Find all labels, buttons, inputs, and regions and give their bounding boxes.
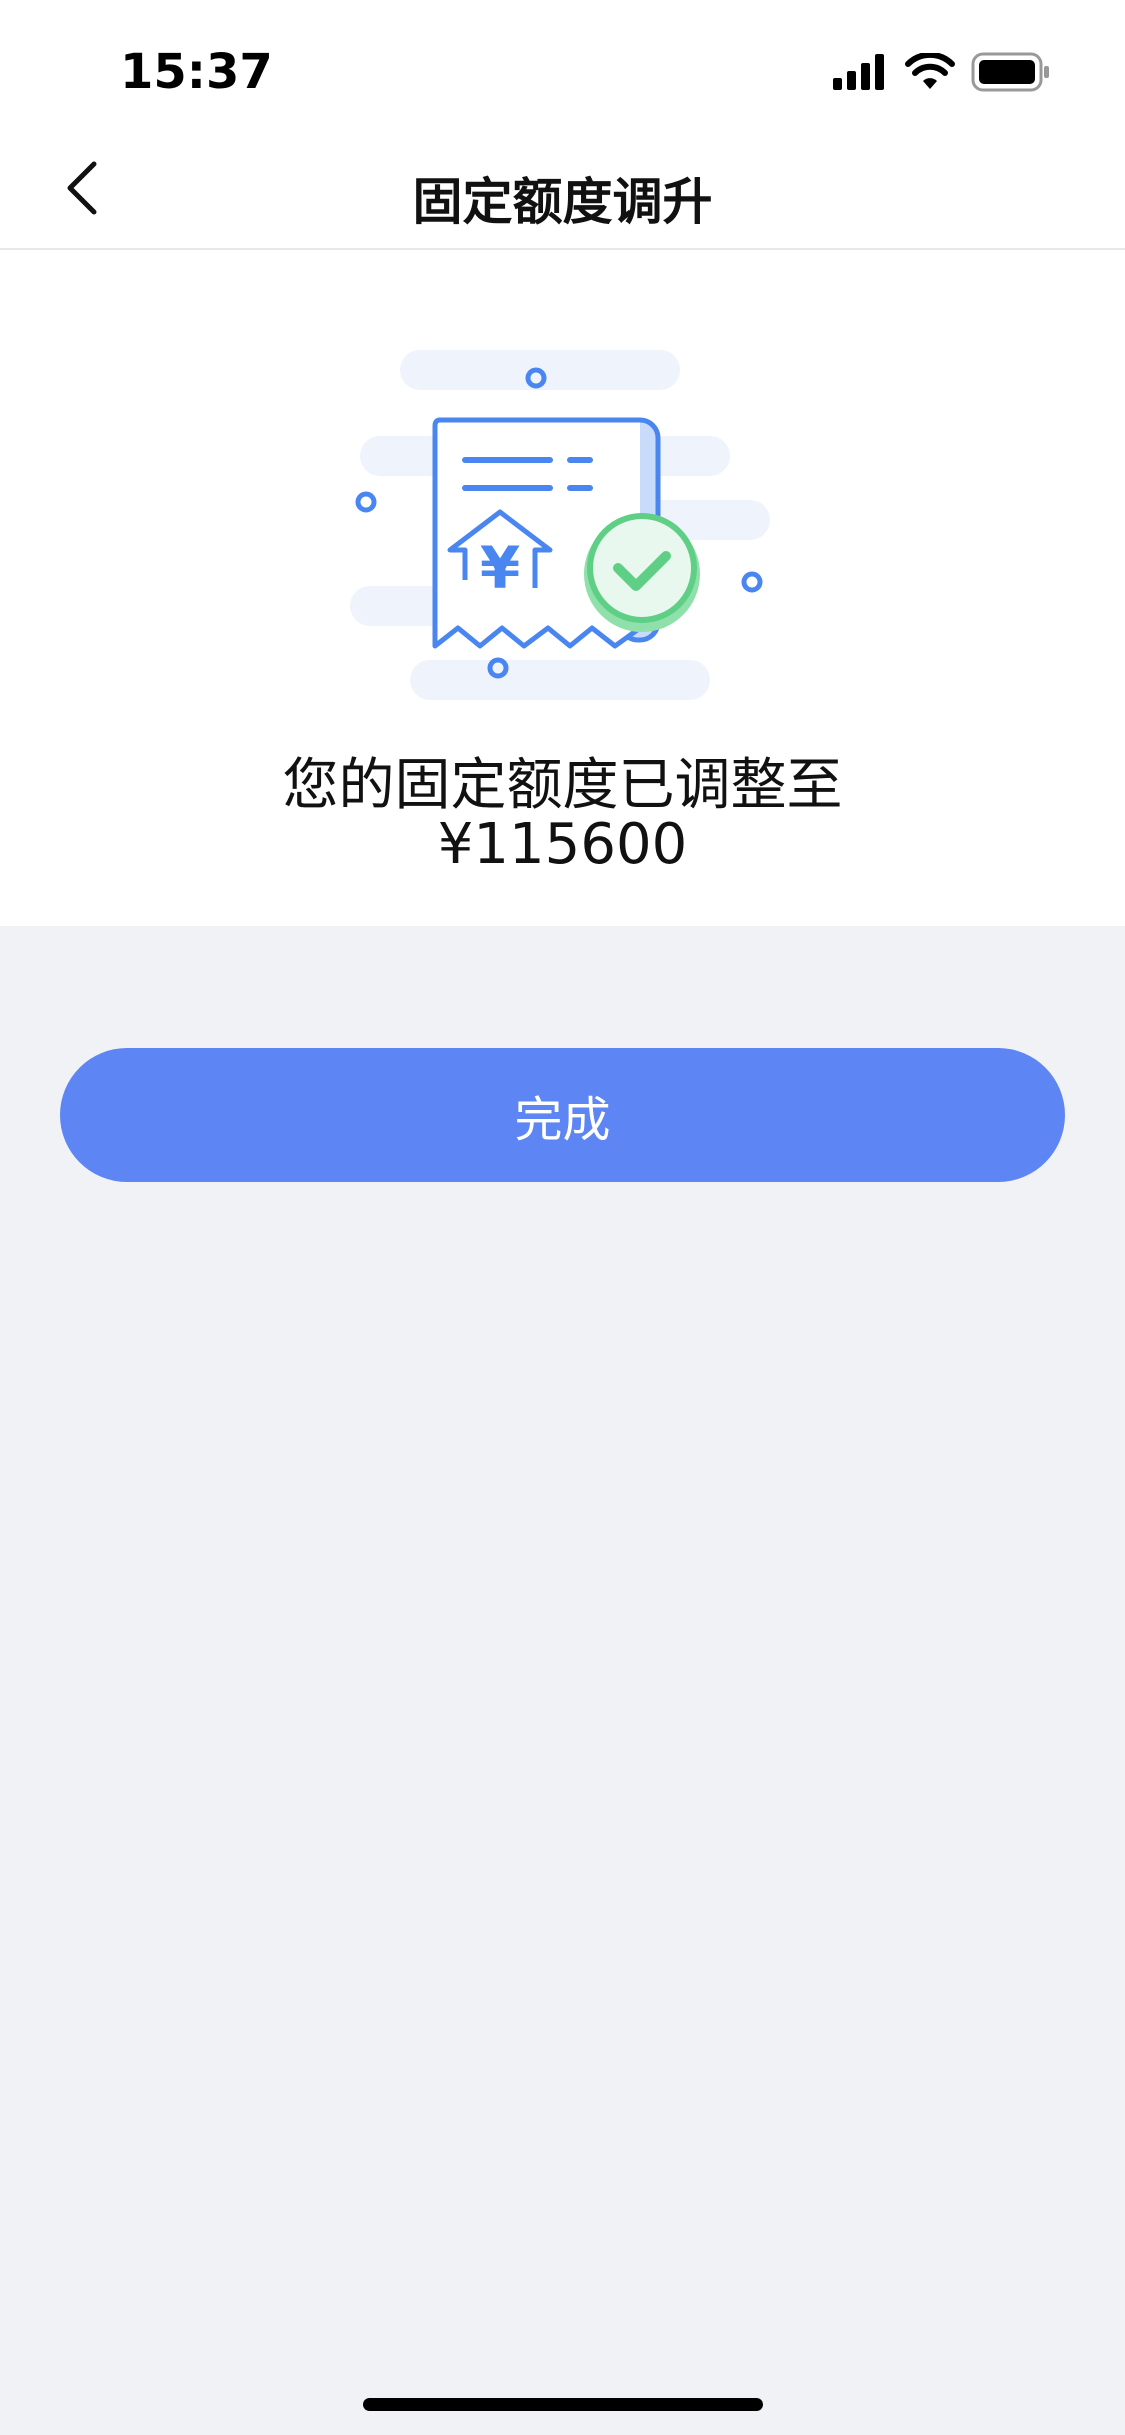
home-indicator: [363, 2398, 763, 2411]
svg-text:¥: ¥: [480, 534, 520, 602]
done-button[interactable]: 完成: [60, 1048, 1065, 1182]
receipt-success-illustration: ¥: [340, 350, 780, 710]
result-card: ¥ 您的固定额度已调整至 ¥115600: [0, 250, 1125, 926]
page-title: 固定额度调升: [412, 173, 713, 231]
status-time: 15:37: [120, 44, 273, 100]
status-icons: [833, 51, 1051, 96]
result-amount: ¥115600: [437, 812, 688, 877]
nav-bar: 固定额度调升: [0, 132, 1125, 250]
cellular-signal-icon: [833, 54, 889, 94]
status-bar: 15:37: [0, 0, 1125, 132]
battery-icon: [971, 52, 1051, 96]
wifi-icon: [905, 51, 955, 95]
result-message: 您的固定额度已调整至: [282, 753, 843, 818]
